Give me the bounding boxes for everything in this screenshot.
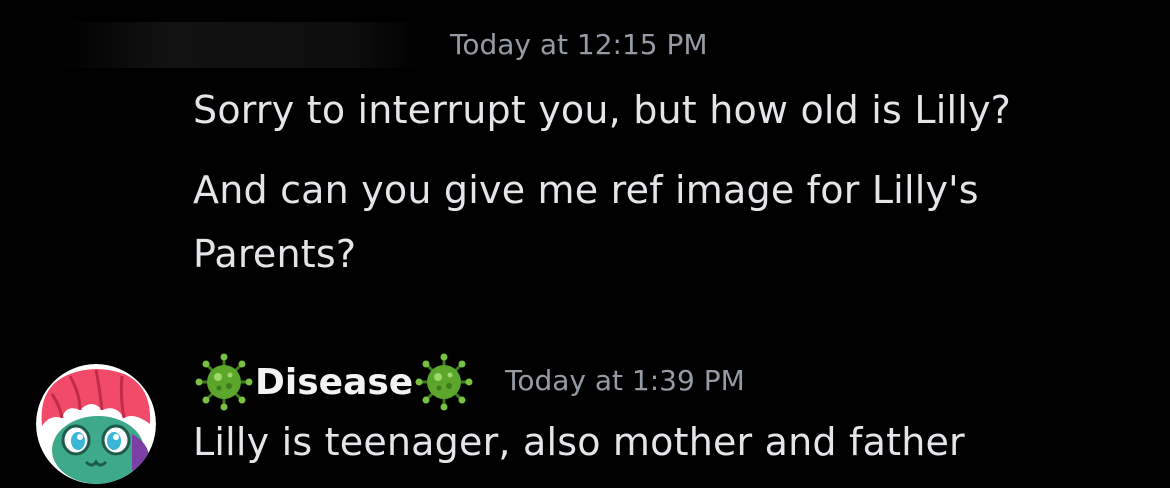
microbe-icon	[415, 353, 473, 411]
avatar[interactable]	[36, 364, 156, 484]
author-username[interactable]: Disease	[255, 362, 413, 403]
message-timestamp[interactable]: Today at 1:39 PM	[505, 364, 745, 397]
microbe-icon	[195, 353, 253, 411]
message-text: Parents?	[193, 232, 357, 276]
author-row: Disease	[195, 353, 473, 411]
redacted-author-name	[60, 22, 420, 68]
message-timestamp[interactable]: Today at 12:15 PM	[450, 28, 708, 61]
message-text: Sorry to interrupt you, but how old is L…	[193, 88, 1012, 132]
message-text: Lilly is teenager, also mother and fathe…	[193, 420, 965, 464]
message-text: And can you give me ref image for Lilly'…	[193, 168, 979, 212]
